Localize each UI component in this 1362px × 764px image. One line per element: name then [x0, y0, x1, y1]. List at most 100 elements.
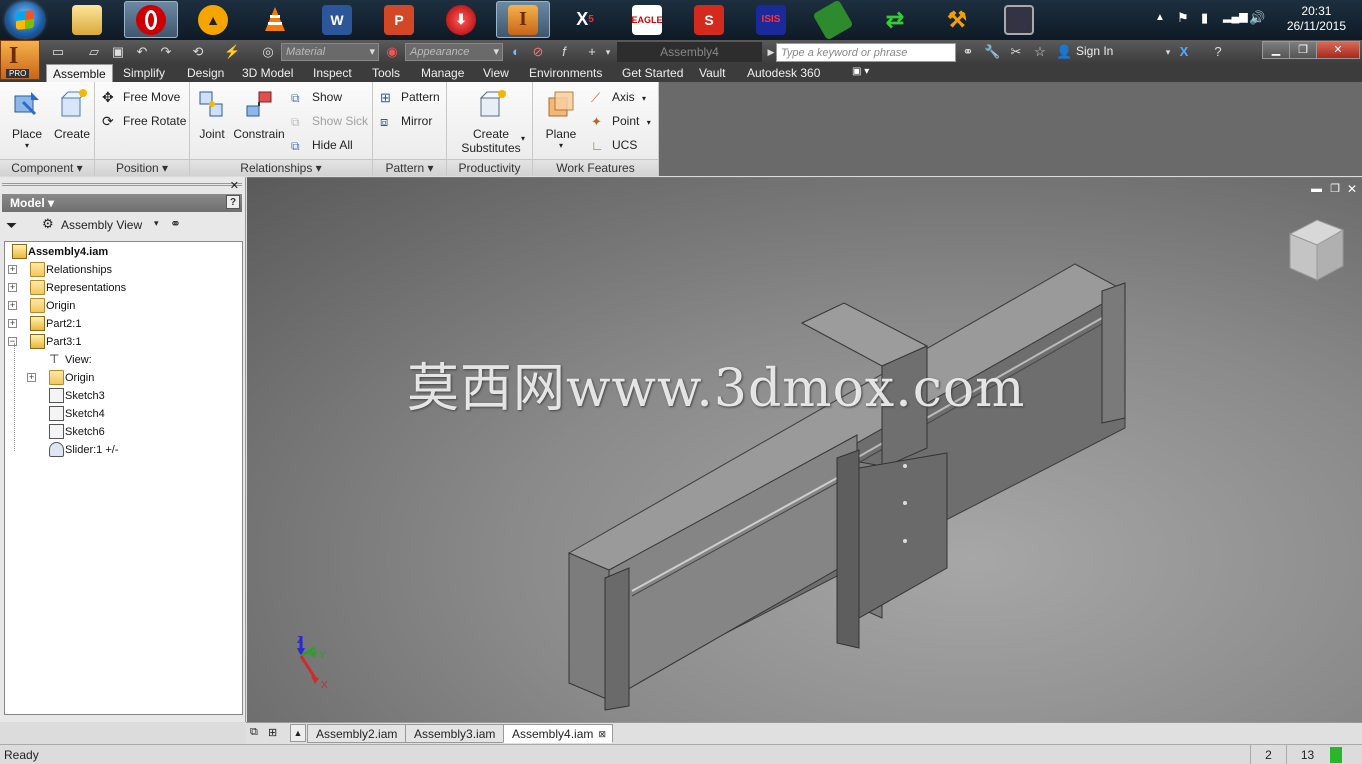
tab-menu-icon[interactable]: ▲	[290, 724, 306, 742]
clear-icon[interactable]: ⊘	[530, 44, 546, 60]
create-substitutes-button[interactable]: Create Substitutes	[455, 88, 527, 155]
find-binoculars-icon[interactable]: ⚭	[170, 216, 181, 232]
application-menu-button[interactable]: I PRO	[0, 40, 40, 80]
open-icon[interactable]: ▱	[86, 44, 102, 60]
expand-icon[interactable]: +	[8, 283, 17, 292]
expand-icon[interactable]: +	[8, 319, 17, 328]
tree-node-view[interactable]: ⊤ View:	[49, 351, 92, 369]
assembly-view-label[interactable]: Assembly View	[61, 218, 142, 232]
doc-tab-assembly3[interactable]: Assembly3.iam	[405, 724, 505, 743]
tools-icon[interactable]: ✂	[1008, 44, 1024, 60]
tab-autodesk-360[interactable]: Autodesk 360	[741, 64, 826, 82]
tree-node-representations[interactable]: + Representations	[8, 279, 126, 297]
tab-vault[interactable]: Vault	[693, 64, 731, 82]
plane-button[interactable]: Plane ▾	[541, 88, 581, 150]
show-button[interactable]: ⧉ Show	[291, 88, 342, 106]
help-icon[interactable]: ?	[1210, 44, 1226, 60]
return-icon[interactable]: ⟲	[190, 44, 206, 60]
constrain-button[interactable]: Constrain	[232, 88, 286, 141]
redo-icon[interactable]: ↷	[158, 44, 174, 60]
filter-icon[interactable]: ⏷	[6, 217, 17, 234]
taskbar-word[interactable]: W	[310, 1, 364, 38]
doc-tab-assembly2[interactable]: Assembly2.iam	[307, 724, 407, 743]
clock[interactable]: 20:31 26/11/2015	[1287, 4, 1346, 34]
panel-relationships-title[interactable]: Relationships ▾	[190, 159, 372, 176]
expand-icon[interactable]: +	[8, 265, 17, 274]
taskbar-app-triangle[interactable]: ▲	[186, 1, 240, 38]
browser-grip[interactable]	[2, 183, 242, 186]
taskbar-x5[interactable]: X5	[558, 1, 612, 38]
browser-header[interactable]: Model ▾ ?	[2, 194, 242, 212]
tab-manage[interactable]: Manage	[415, 64, 470, 82]
wrench-icon[interactable]: 🔧	[984, 44, 1000, 60]
view-dropdown-icon[interactable]: ▾	[154, 218, 159, 229]
tree-node-assembly[interactable]: Assembly4.iam	[12, 243, 108, 261]
sign-in-dropdown-icon[interactable]: ▾	[1160, 44, 1176, 60]
tab-inspect[interactable]: Inspect	[307, 64, 358, 82]
tab-get-started[interactable]: Get Started	[616, 64, 689, 82]
taskbar-vlc[interactable]	[248, 1, 302, 38]
tree-node-sketch3[interactable]: Sketch3	[49, 387, 105, 405]
volume-icon[interactable]: 🔊	[1249, 10, 1265, 26]
update-icon[interactable]: ⚡	[224, 44, 240, 60]
browser-help-icon[interactable]: ?	[226, 195, 240, 209]
tree-node-part3[interactable]: − Part3:1	[8, 333, 81, 351]
fx-icon[interactable]: f	[556, 44, 572, 60]
tree-node-part2[interactable]: + Part2:1	[8, 315, 81, 333]
taskbar-proteus[interactable]: ISIS	[744, 1, 798, 38]
tree-node-origin[interactable]: + Origin	[8, 297, 75, 315]
restore-button[interactable]: ❐	[1289, 41, 1317, 59]
show-sick-button[interactable]: ⧉ Show Sick	[291, 112, 368, 130]
tab-environments[interactable]: Environments	[523, 64, 608, 82]
appearance-select[interactable]: Appearance	[405, 43, 503, 61]
free-rotate-button[interactable]: ⟳ Free Rotate	[102, 112, 186, 130]
axis-button[interactable]: ⟋ Axis ▾	[591, 88, 646, 106]
tabs-more-icon[interactable]: ▣ ▾	[852, 66, 869, 77]
collapse-icon[interactable]: −	[8, 337, 17, 346]
tree-node-relationships[interactable]: + Relationships	[8, 261, 112, 279]
plane-dropdown-icon[interactable]: ▾	[541, 141, 581, 150]
taskbar-eagle[interactable]: EAGLE	[620, 1, 674, 38]
color-wheel-icon[interactable]: ◉	[384, 44, 400, 60]
adjust-icon[interactable]: ◐	[508, 44, 524, 60]
star-icon[interactable]: ☆	[1032, 44, 1048, 60]
axis-dropdown-icon[interactable]: ▾	[642, 94, 646, 103]
taskbar-powerpoint[interactable]: P	[372, 1, 426, 38]
substitutes-dropdown-icon[interactable]: ▾	[521, 134, 525, 143]
free-move-button[interactable]: ✥ Free Move	[102, 88, 180, 106]
undo-icon[interactable]: ↶	[134, 44, 150, 60]
save-icon[interactable]: ▣	[110, 44, 126, 60]
tab-tools[interactable]: Tools	[366, 64, 406, 82]
hide-all-button[interactable]: ⧉ Hide All	[291, 136, 353, 154]
place-button[interactable]: Place ▾	[6, 88, 48, 150]
select-icon[interactable]: ◎	[260, 44, 276, 60]
user-icon[interactable]: 👤	[1056, 44, 1072, 60]
tab-view[interactable]: View	[477, 64, 515, 82]
place-dropdown-icon[interactable]: ▾	[6, 141, 48, 150]
point-dropdown-icon[interactable]: ▾	[647, 118, 651, 127]
material-select[interactable]: Material	[281, 43, 379, 61]
taskbar-file-explorer[interactable]	[60, 1, 114, 38]
expand-icon[interactable]: +	[8, 301, 17, 310]
panel-position-title[interactable]: Position ▾	[95, 159, 189, 176]
start-button[interactable]	[6, 2, 44, 38]
plus-icon[interactable]: +	[584, 44, 600, 60]
mirror-button[interactable]: ⧈ Mirror	[380, 112, 432, 130]
point-button[interactable]: ✦ Point ▾	[591, 112, 651, 130]
customize-dropdown-icon[interactable]: ▾	[600, 44, 616, 60]
taskbar-inventor[interactable]: I	[496, 1, 550, 38]
help-search-input[interactable]: Type a keyword or phrase	[776, 43, 956, 62]
viewcube[interactable]	[1288, 219, 1345, 281]
taskbar-sketchup[interactable]: S	[682, 1, 736, 38]
close-button[interactable]: ✕	[1316, 41, 1360, 59]
tab-design[interactable]: Design	[181, 64, 230, 82]
exchange-icon[interactable]: X	[1176, 44, 1192, 60]
taskbar-monitor-app[interactable]	[992, 1, 1046, 38]
panel-pattern-title[interactable]: Pattern ▾	[373, 159, 446, 176]
binoculars-icon[interactable]: ⚭	[960, 44, 976, 60]
tree-node-slider[interactable]: Slider:1 +/-	[49, 441, 119, 459]
doc-tab-assembly4[interactable]: Assembly4.iam ⊠	[503, 724, 613, 743]
pattern-button[interactable]: ⊞ Pattern	[380, 88, 440, 106]
doc-tab-close-icon[interactable]: ⊠	[598, 725, 606, 744]
expand-icon[interactable]: +	[27, 373, 36, 382]
